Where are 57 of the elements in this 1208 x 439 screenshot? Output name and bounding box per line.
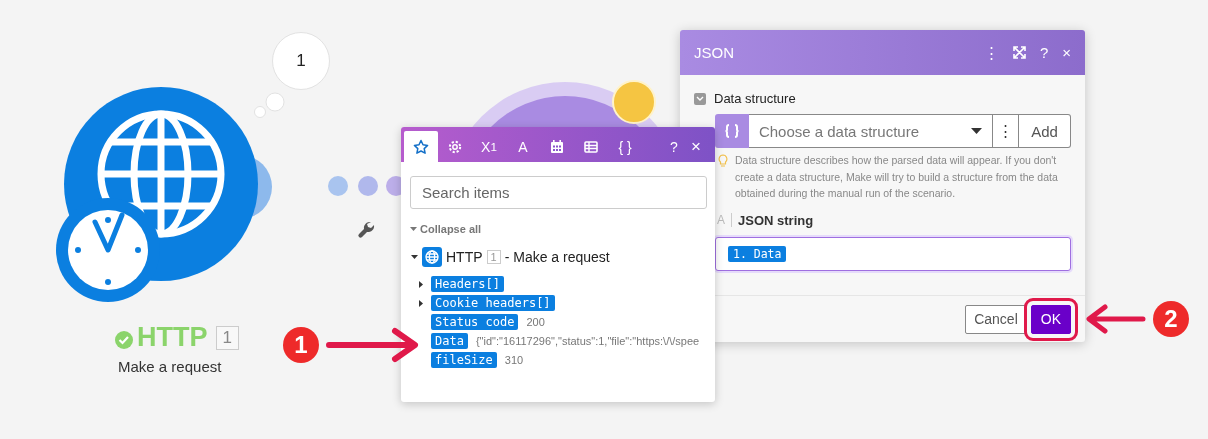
mappable-item[interactable]: fileSize xyxy=(431,352,497,368)
close-button[interactable]: × xyxy=(1062,44,1071,61)
lightbulb-icon xyxy=(718,154,728,168)
gear-icon xyxy=(447,138,463,155)
arrow-icon xyxy=(325,327,421,363)
json-string-field[interactable]: 1. Data xyxy=(715,236,1071,271)
caret-icon xyxy=(410,226,417,232)
operation-count-bubble: 1 xyxy=(272,32,330,90)
expanded-caret-icon[interactable] xyxy=(411,254,418,260)
module-subtitle: Make a request xyxy=(118,358,222,375)
module-id-badge: 1 xyxy=(486,250,501,264)
module-name: HTTP xyxy=(446,249,483,265)
arrow-icon xyxy=(1085,301,1147,337)
mappable-item[interactable]: Headers[] xyxy=(431,276,505,292)
table-icon xyxy=(583,138,599,155)
favorites-tab[interactable] xyxy=(404,131,438,162)
expand-caret-icon[interactable] xyxy=(419,280,423,288)
collapse-all-link[interactable]: Collapse all xyxy=(410,223,482,235)
field-label: Data structure xyxy=(714,91,796,106)
help-button[interactable]: ? xyxy=(1039,44,1049,61)
mapped-item-token[interactable]: 1. Data xyxy=(728,245,787,262)
text-tab[interactable]: A xyxy=(506,131,540,162)
clock-icon xyxy=(56,198,160,302)
cancel-button[interactable]: Cancel xyxy=(965,304,1027,334)
item-value: 200 xyxy=(526,316,545,328)
wrench-icon[interactable] xyxy=(358,221,375,238)
mappable-item[interactable]: Data xyxy=(431,333,468,349)
module-id-badge: 1 xyxy=(215,325,239,350)
dropdown-caret-icon xyxy=(971,128,983,134)
more-options-button[interactable]: ⋮ xyxy=(983,43,999,62)
dialog-title: JSON xyxy=(694,44,735,61)
module-name: HTTP xyxy=(137,322,208,353)
item-value: {"id":"16117296","status":1,"file":"https:\/\/spee xyxy=(475,335,700,347)
star-icon xyxy=(413,138,429,155)
item-value: 310 xyxy=(504,354,524,366)
expand-icon[interactable] xyxy=(1012,46,1026,59)
calendar-icon xyxy=(549,138,565,155)
mappable-item[interactable]: Status code xyxy=(431,314,519,330)
help-button[interactable]: ? xyxy=(663,131,685,162)
json-tab[interactable]: { } xyxy=(608,131,642,162)
add-button[interactable]: Add xyxy=(1019,114,1071,148)
search-field[interactable]: Search items xyxy=(410,176,707,209)
hint-text: Data structure describes how the parsed data will appear. If you don't create a data structure, Make will try to build a structure from the data obtained during the manual run of the scenario. xyxy=(735,153,1059,201)
mappable-item[interactable]: Cookie headers[] xyxy=(431,295,555,311)
step-number-badge: 2 xyxy=(1153,301,1189,337)
thought-dots-icon xyxy=(254,92,285,118)
chevron-icon xyxy=(696,96,704,101)
step-number-badge: 1 xyxy=(283,327,319,363)
globe-icon xyxy=(422,247,442,267)
module-title: - Make a request xyxy=(504,249,610,265)
data-structure-dropdown[interactable]: Choose a data structure xyxy=(748,114,994,148)
collapse-toggle[interactable] xyxy=(694,92,706,105)
more-options-button[interactable]: ⋮ xyxy=(993,114,1020,148)
field-label: JSON string xyxy=(738,212,814,228)
expand-caret-icon[interactable] xyxy=(419,299,423,307)
braces-icon xyxy=(715,114,749,148)
close-button[interactable]: × xyxy=(685,131,707,162)
